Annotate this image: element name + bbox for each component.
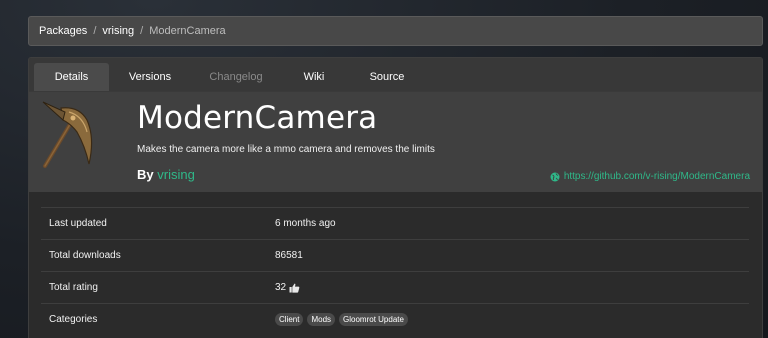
tab-details[interactable]: Details — [34, 63, 109, 91]
info-row-last-updated: Last updated 6 months ago — [41, 207, 749, 239]
thumbs-up-icon[interactable] — [289, 283, 300, 293]
by-label: By — [137, 167, 154, 182]
author-link[interactable]: vrising — [157, 167, 195, 182]
globe-icon — [550, 172, 560, 181]
category-badges: Client Mods Gloomrot Update — [275, 313, 412, 326]
info-value-rating: 32 — [275, 282, 300, 293]
package-info-table: Last updated 6 months ago Total download… — [41, 207, 749, 335]
info-label: Categories — [49, 314, 98, 325]
tab-wiki[interactable]: Wiki — [281, 63, 347, 91]
tab-changelog: Changelog — [209, 71, 263, 83]
package-card: Details Versions Changelog Wiki Source M… — [28, 57, 763, 338]
category-badge[interactable]: Gloomrot Update — [339, 313, 408, 326]
pickaxe-icon — [42, 101, 93, 168]
rating-count: 32 — [275, 282, 287, 293]
breadcrumb-vrising[interactable]: vrising — [102, 25, 134, 37]
tab-bar: Details Versions Changelog Wiki Source — [29, 58, 762, 92]
info-row-categories: Categories Client Mods Gloomrot Update — [41, 303, 749, 335]
breadcrumb-separator: / — [140, 25, 144, 37]
info-label: Total downloads — [49, 250, 121, 261]
breadcrumb-current: ModernCamera — [149, 25, 226, 37]
breadcrumb-separator: / — [93, 25, 97, 37]
package-header: ModernCamera Makes the camera more like … — [29, 92, 762, 192]
info-row-rating: Total rating 32 — [41, 271, 749, 303]
tab-versions[interactable]: Versions — [109, 63, 191, 91]
category-badge[interactable]: Mods — [307, 313, 336, 326]
info-value: 6 months ago — [275, 218, 336, 229]
info-label: Last updated — [49, 218, 107, 229]
website-link[interactable]: https://github.com/v-rising/ModernCamera — [550, 171, 750, 182]
website-url: https://github.com/v-rising/ModernCamera — [563, 171, 750, 182]
info-value: 86581 — [275, 250, 303, 261]
info-row-downloads: Total downloads 86581 — [41, 239, 749, 271]
package-title: ModernCamera — [137, 100, 378, 136]
package-description: Makes the camera more like a mmo camera … — [137, 144, 435, 155]
tab-source[interactable]: Source — [347, 63, 427, 91]
category-badge[interactable]: Client — [275, 313, 304, 326]
breadcrumb: Packages / vrising / ModernCamera — [28, 16, 763, 46]
info-label: Total rating — [49, 282, 98, 293]
package-author: By vrising — [137, 167, 195, 182]
breadcrumb-packages[interactable]: Packages — [39, 25, 87, 37]
